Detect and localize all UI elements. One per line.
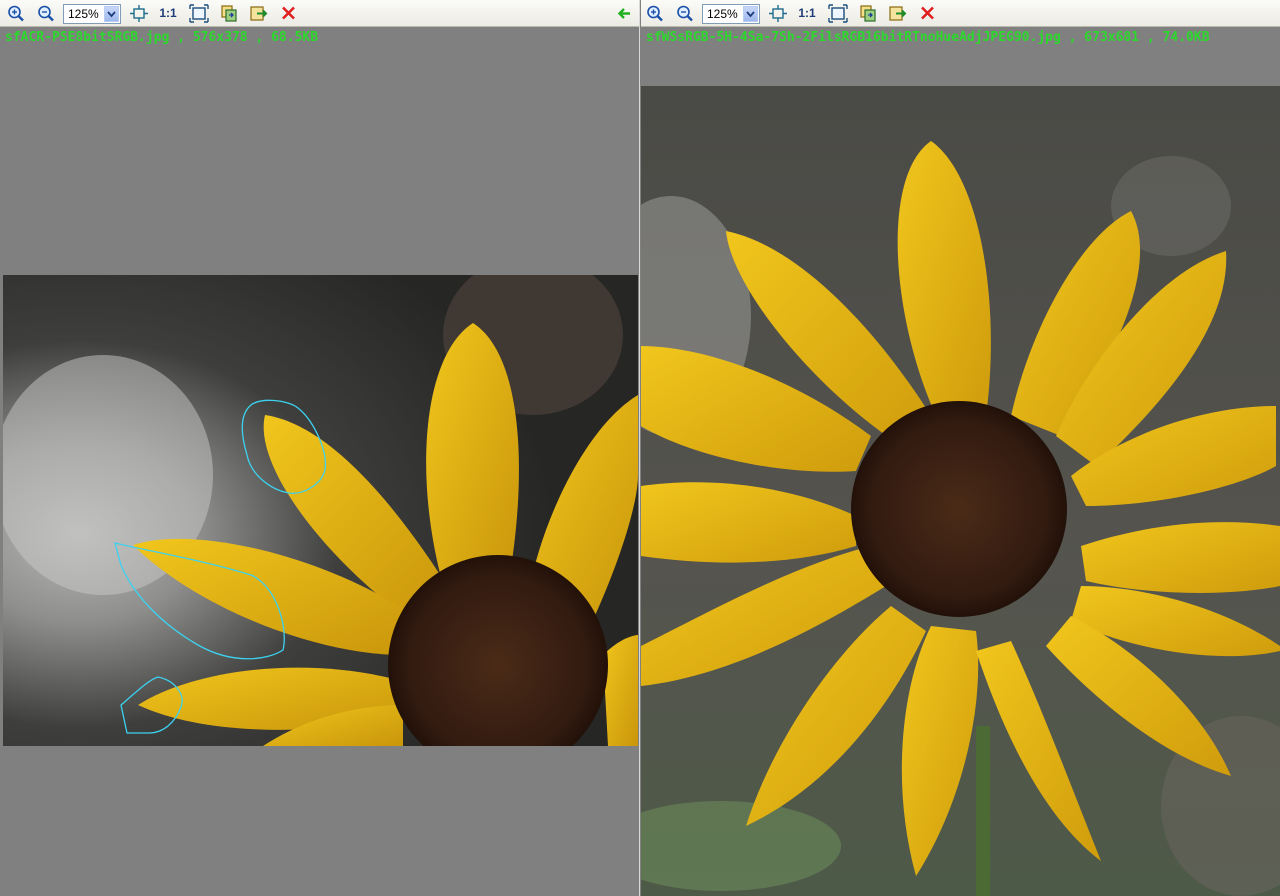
left-image-pane[interactable]: 125% 1:1 sfACR-PSE8bitSRGB.jpg , 576x378… — [0, 0, 640, 896]
stem — [976, 726, 990, 896]
chevron-down-icon[interactable] — [104, 6, 119, 22]
zoom-out-icon[interactable] — [675, 4, 695, 23]
zoom-value: 125% — [68, 7, 99, 21]
left-toolbar: 125% 1:1 — [0, 0, 639, 27]
actual-size-button[interactable]: 1:1 — [796, 4, 818, 23]
fit-icon[interactable] — [129, 4, 149, 23]
sync-arrow-icon[interactable] — [615, 4, 635, 23]
close-icon[interactable] — [279, 4, 299, 23]
sunflower-image-left — [3, 275, 638, 746]
right-photo[interactable] — [641, 86, 1280, 896]
left-photo[interactable] — [3, 275, 638, 746]
zoom-in-icon[interactable] — [6, 4, 26, 23]
fullscreen-icon[interactable] — [828, 4, 848, 23]
copy-icon[interactable] — [858, 4, 878, 23]
fullscreen-icon[interactable] — [189, 4, 209, 23]
zoom-select[interactable]: 125% — [63, 4, 121, 24]
right-image-caption: sfWSsRGB-5H-4Sa-7Sh-2FilsRGB16bitRTnoHue… — [646, 30, 1210, 45]
close-icon[interactable] — [918, 4, 938, 23]
copy-icon[interactable] — [219, 4, 239, 23]
zoom-out-icon[interactable] — [36, 4, 56, 23]
chevron-down-icon[interactable] — [743, 6, 758, 22]
save-icon[interactable] — [888, 4, 908, 23]
fit-icon[interactable] — [768, 4, 788, 23]
right-image-pane[interactable]: 125% 1:1 sfWSsRGB-5H-4Sa-7Sh-2FilsRGB16b… — [641, 0, 1280, 896]
right-toolbar: 125% 1:1 — [641, 0, 1280, 27]
actual-size-button[interactable]: 1:1 — [157, 4, 179, 23]
left-image-caption: sfACR-PSE8bitSRGB.jpg , 576x378 , 68.5KB — [5, 30, 319, 45]
save-icon[interactable] — [249, 4, 269, 23]
sunflower-image-right — [641, 86, 1280, 896]
zoom-select[interactable]: 125% — [702, 4, 760, 24]
zoom-in-icon[interactable] — [645, 4, 665, 23]
zoom-value: 125% — [707, 7, 738, 21]
flower-center-right — [851, 401, 1067, 617]
